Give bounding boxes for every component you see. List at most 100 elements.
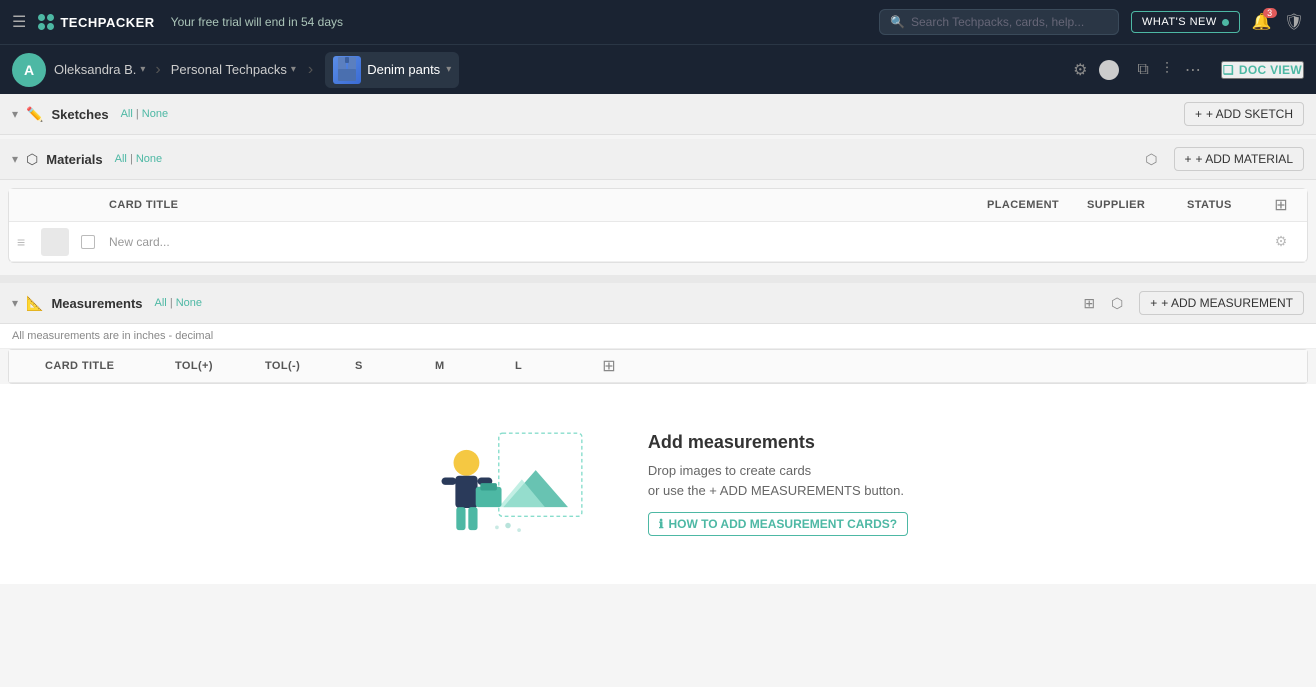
top-navigation: ☰ TECHPACKER Your free trial will end in… — [0, 0, 1316, 44]
card-title-header: Card Title — [105, 189, 983, 221]
add-sketch-label: + ADD SKETCH — [1206, 107, 1293, 121]
search-container: 🔍 — [879, 9, 1119, 35]
techpack-dropdown-arrow: ▾ — [291, 64, 296, 75]
notifications-button[interactable]: 🔔 3 — [1252, 12, 1272, 32]
add-measurement-label: + ADD MEASUREMENT — [1161, 296, 1293, 310]
logo-text: TECHPACKER — [60, 15, 154, 30]
add-measurement-button[interactable]: + + ADD MEASUREMENT — [1139, 291, 1304, 315]
add-material-button[interactable]: + + ADD MATERIAL — [1174, 147, 1305, 171]
sketches-filter-none[interactable]: None — [142, 108, 168, 120]
avatar[interactable]: A — [12, 53, 46, 87]
notification-badge: 3 — [1263, 8, 1277, 18]
measurements-illustration — [408, 424, 608, 544]
how-to-label: HOW TO ADD MEASUREMENT CARDS? — [668, 517, 897, 531]
materials-table-header: Card Title PLACEMENT SUPPLIER STATUS ⊞ — [9, 189, 1307, 222]
empty-desc-line1: Drop images to create cards — [648, 463, 811, 478]
row-thumbnail — [41, 228, 81, 256]
row-gear-icon[interactable]: ⚙ — [1263, 233, 1299, 250]
measurements-filter: All | None — [155, 297, 203, 309]
measurements-section-header: ▾ 📐 Measurements All | None ⊞ ⬡ + + ADD … — [0, 275, 1316, 324]
measurements-table-header: Card Title TOL(+) TOL(-) S M L ⊞ — [9, 350, 1307, 383]
techpack-selector[interactable]: Personal Techpacks ▾ — [171, 62, 296, 77]
sketches-icon: ✏️ — [26, 106, 43, 123]
main-content: ▾ ✏️ Sketches All | None + + ADD SKETCH … — [0, 94, 1316, 687]
meas-card-title-header: Card Title — [41, 350, 171, 382]
row-checkbox[interactable] — [81, 235, 95, 249]
breadcrumb-separator-1: › — [155, 61, 160, 79]
whats-new-dot — [1222, 19, 1229, 26]
product-settings-icon[interactable]: ⚙ — [1073, 60, 1087, 80]
workspace-name: Oleksandra B. — [54, 62, 136, 77]
how-to-link-button[interactable]: ℹ HOW TO ADD MEASUREMENT CARDS? — [648, 512, 908, 536]
hamburger-icon[interactable]: ☰ — [12, 12, 26, 32]
more-options-icon[interactable]: ⋯ — [1185, 60, 1201, 80]
breadcrumb-separator-2: › — [308, 61, 313, 79]
product-name: Denim pants — [367, 62, 440, 77]
placement-header: PLACEMENT — [983, 189, 1083, 221]
meas-tol-plus-header: TOL(+) — [171, 350, 261, 382]
add-measurement-plus: + — [1150, 296, 1157, 310]
materials-export-icon[interactable]: ⬡ — [1145, 151, 1157, 168]
materials-icon: ⬡ — [26, 151, 38, 168]
sketches-filter-all[interactable]: All — [121, 108, 133, 120]
supplier-header: SUPPLIER — [1083, 189, 1183, 221]
row-checkbox-container — [81, 235, 105, 249]
measurements-export-icon[interactable]: ⬡ — [1111, 295, 1123, 312]
logo: TECHPACKER — [38, 14, 154, 30]
materials-filter-all[interactable]: All — [115, 153, 127, 165]
meas-tol-minus-header: TOL(-) — [261, 350, 351, 382]
measurements-toggle[interactable]: ▾ — [12, 296, 18, 310]
sketches-filter: All | None — [121, 108, 169, 120]
product-navigation: A Oleksandra B. ▾ › Personal Techpacks ▾… — [0, 44, 1316, 94]
empty-desc-line2: or use the + ADD MEASUREMENTS button. — [648, 483, 904, 498]
copy-icon[interactable]: ⧉ — [1137, 61, 1148, 79]
status-circle[interactable] — [1099, 60, 1119, 80]
materials-title: Materials — [46, 152, 102, 167]
doc-view-button[interactable]: ❑ DOC VIEW — [1221, 61, 1304, 79]
how-to-info-icon: ℹ — [659, 517, 664, 531]
logo-icon — [38, 14, 54, 30]
workspace-selector[interactable]: Oleksandra B. ▾ — [54, 62, 145, 77]
add-material-label: + ADD MATERIAL — [1196, 152, 1293, 166]
meas-s-header: S — [351, 350, 431, 382]
meas-m-header: M — [431, 350, 511, 382]
materials-toggle[interactable]: ▾ — [12, 152, 18, 166]
product-selector[interactable]: Denim pants ▾ — [325, 52, 459, 88]
columns-config-icon[interactable]: ⊞ — [1263, 195, 1299, 215]
meas-columns-config-icon[interactable]: ⊞ — [591, 356, 627, 376]
shield-icon[interactable]: 🛡 — [1284, 12, 1304, 32]
row-card-name[interactable]: New card... — [105, 235, 983, 249]
empty-state-title: Add measurements — [648, 432, 908, 453]
add-sketch-plus: + — [1195, 107, 1202, 121]
add-sketch-button[interactable]: + + ADD SKETCH — [1184, 102, 1304, 126]
materials-table-container: Card Title PLACEMENT SUPPLIER STATUS ⊞ ≡… — [8, 188, 1308, 263]
meas-l-header: L — [511, 350, 591, 382]
search-input[interactable] — [911, 15, 1108, 29]
table-row: ≡ New card... ⚙ — [9, 222, 1307, 262]
measurements-info-text: All measurements are in inches - decimal — [12, 330, 213, 342]
sketches-toggle[interactable]: ▾ — [12, 107, 18, 121]
measurements-icon: 📐 — [26, 295, 43, 312]
add-material-plus: + — [1185, 152, 1192, 166]
measurements-table-container: Card Title TOL(+) TOL(-) S M L ⊞ — [8, 349, 1308, 384]
materials-filter: All | None — [115, 153, 163, 165]
materials-section-header: ▾ ⬡ Materials All | None ⬡ + + ADD MATER… — [0, 139, 1316, 180]
status-header: STATUS — [1183, 189, 1263, 221]
measurements-filter-all[interactable]: All — [155, 297, 167, 309]
measurements-filter-none[interactable]: None — [176, 297, 202, 309]
row-drag-handle[interactable]: ≡ — [17, 234, 41, 250]
search-icon: 🔍 — [890, 15, 905, 29]
measurements-title: Measurements — [51, 296, 142, 311]
measurements-empty-state: Add measurements Drop images to create c… — [0, 384, 1316, 584]
empty-state-description: Drop images to create cards or use the +… — [648, 461, 908, 500]
product-dropdown-arrow: ▾ — [446, 64, 451, 75]
whats-new-label: WHAT'S NEW — [1142, 16, 1217, 28]
techpack-name: Personal Techpacks — [171, 62, 287, 77]
materials-filter-none[interactable]: None — [136, 153, 162, 165]
product-thumbnail — [333, 56, 361, 84]
filter-icon[interactable]: ⫶ — [1165, 61, 1169, 79]
thumbnail-box — [41, 228, 69, 256]
workspace-dropdown-arrow: ▾ — [140, 64, 145, 75]
whats-new-button[interactable]: WHAT'S NEW — [1131, 11, 1240, 33]
measurements-grid-icon[interactable]: ⊞ — [1083, 295, 1095, 312]
